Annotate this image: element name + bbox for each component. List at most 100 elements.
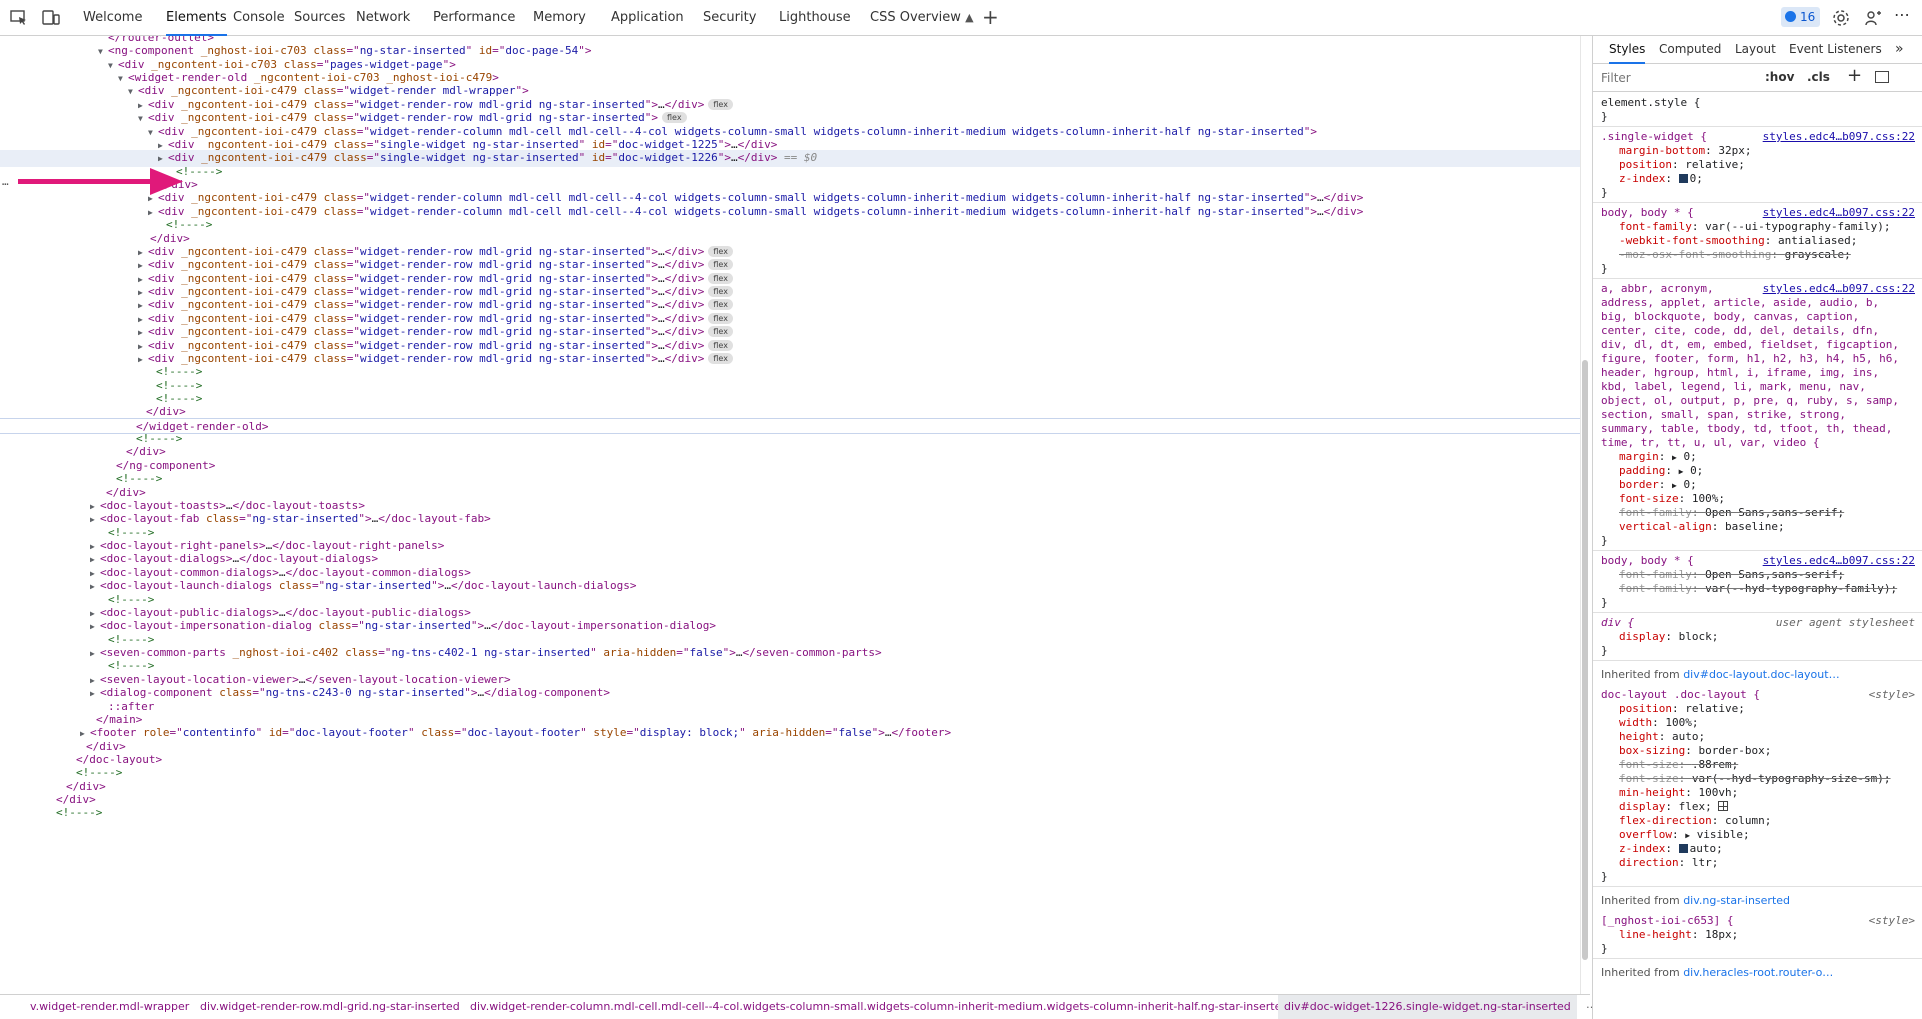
inherited-element-link[interactable]: div.ng-star-inserted: [1683, 894, 1790, 907]
tab-layout[interactable]: Layout: [1735, 36, 1776, 64]
css-property[interactable]: display: flex;: [1619, 800, 1919, 814]
gear-icon[interactable]: [1831, 8, 1851, 28]
tab-security[interactable]: Security: [703, 0, 756, 36]
css-property[interactable]: box-sizing: border-box;: [1619, 744, 1919, 758]
hov-button[interactable]: :hov: [1765, 70, 1794, 84]
tab-performance[interactable]: Performance: [433, 0, 515, 36]
css-property[interactable]: padding: ▶ 0;: [1619, 464, 1919, 478]
css-property[interactable]: position: relative;: [1619, 702, 1919, 716]
breadcrumb-item[interactable]: v.widget-render.mdl-wrapper: [30, 995, 189, 1019]
tab-sources[interactable]: Sources: [294, 0, 345, 36]
css-property[interactable]: width: 100%;: [1619, 716, 1919, 730]
flex-badge[interactable]: flex: [708, 259, 733, 271]
tab-welcome[interactable]: Welcome: [83, 0, 142, 36]
selector-text[interactable]: a, abbr, acronym,: [1601, 282, 1714, 295]
css-property[interactable]: vertical-align: baseline;: [1619, 520, 1919, 534]
breadcrumb-item[interactable]: div.widget-render-row.mdl-grid.ng-star-i…: [200, 995, 460, 1019]
tab-css-overview[interactable]: CSS Overview ▲: [870, 0, 974, 36]
selector-text[interactable]: header, hgroup, html, i, iframe, img, in…: [1601, 366, 1879, 379]
breadcrumb-item-active[interactable]: div#doc-widget-1226.single-widget.ng-sta…: [1278, 995, 1577, 1019]
tab-network[interactable]: Network: [356, 0, 410, 36]
tab-console[interactable]: Console: [233, 0, 285, 36]
flex-badge[interactable]: flex: [708, 286, 733, 298]
css-property[interactable]: font-size: var(--hyd-typography-size-sm)…: [1619, 772, 1919, 786]
css-property[interactable]: font-family: var(--ui-typography-family)…: [1619, 220, 1919, 234]
flex-badge[interactable]: flex: [708, 352, 733, 364]
css-property[interactable]: position: relative;: [1619, 158, 1919, 172]
selector-text[interactable]: figure, footer, form, h1, h2, h3, h4, h5…: [1601, 352, 1899, 365]
selector-text[interactable]: section, small, span, strike, strong,: [1601, 408, 1846, 421]
selector-text[interactable]: doc-layout .doc-layout {: [1601, 688, 1760, 701]
toggle-sidebar-icon[interactable]: [1875, 71, 1889, 83]
breadcrumb-item[interactable]: div.widget-render-column.mdl-cell.mdl-ce…: [470, 995, 1288, 1019]
selector-text[interactable]: .single-widget {: [1601, 130, 1707, 143]
css-property[interactable]: -moz-osx-font-smoothing: grayscale;: [1619, 248, 1919, 262]
style-source-link[interactable]: styles.edc4…b097.css:22: [1763, 282, 1915, 296]
inherited-element-link[interactable]: div#doc-layout.doc-layout…: [1683, 668, 1839, 681]
selector-text[interactable]: div {: [1601, 616, 1634, 629]
style-source-link[interactable]: styles.edc4…b097.css:22: [1763, 554, 1915, 568]
dom-node[interactable]: <!---->: [0, 805, 1580, 821]
css-property[interactable]: overflow: ▶ visible;: [1619, 828, 1919, 842]
flexbox-editor-icon[interactable]: [1718, 801, 1729, 811]
selector-text[interactable]: center, cite, code, dd, del, details, df…: [1601, 324, 1879, 337]
css-property[interactable]: flex-direction: column;: [1619, 814, 1919, 828]
tab-application[interactable]: Application: [611, 0, 684, 36]
selector-text[interactable]: kbd, label, legend, li, mark, menu, nav,: [1601, 380, 1866, 393]
flex-badge[interactable]: flex: [708, 98, 733, 110]
css-property[interactable]: display: block;: [1619, 630, 1919, 644]
selector-text[interactable]: body, body * {: [1601, 206, 1694, 219]
selector-text[interactable]: [_nghost-ioi-c653] {: [1601, 914, 1733, 927]
flex-badge[interactable]: flex: [708, 272, 733, 284]
selector-text[interactable]: body, body * {: [1601, 554, 1694, 567]
new-style-rule-plus-icon[interactable]: +: [1847, 65, 1862, 86]
chevron-double-right-icon[interactable]: »: [1895, 36, 1904, 64]
css-property[interactable]: font-family: var(--hyd-typography-family…: [1619, 582, 1919, 596]
cls-button[interactable]: .cls: [1807, 70, 1830, 84]
flex-badge[interactable]: flex: [708, 299, 733, 311]
css-property[interactable]: z-index: 0;: [1619, 172, 1919, 186]
tab-memory[interactable]: Memory: [533, 0, 586, 36]
style-source-link[interactable]: styles.edc4…b097.css:22: [1763, 130, 1915, 144]
style-source-link[interactable]: styles.edc4…b097.css:22: [1763, 206, 1915, 220]
css-property[interactable]: height: auto;: [1619, 730, 1919, 744]
css-property[interactable]: font-family: Open Sans,sans-serif;: [1619, 506, 1919, 520]
css-property[interactable]: margin-bottom: 32px;: [1619, 144, 1919, 158]
selector-text[interactable]: div, dl, dt, em, embed, fieldset, figcap…: [1601, 338, 1899, 351]
inspect-element-icon[interactable]: [9, 8, 29, 28]
feedback-icon[interactable]: [1863, 8, 1883, 28]
css-property[interactable]: min-height: 100vh;: [1619, 786, 1919, 800]
selector-text[interactable]: object, ol, output, p, pre, q, ruby, s, …: [1601, 394, 1899, 407]
css-property[interactable]: font-size: .88rem;: [1619, 758, 1919, 772]
flex-badge[interactable]: flex: [708, 326, 733, 338]
add-tab-plus-icon[interactable]: +: [982, 0, 999, 36]
selector-text[interactable]: time, tr, tt, u, ul, var, video {: [1601, 436, 1820, 449]
css-property[interactable]: -webkit-font-smoothing: antialiased;: [1619, 234, 1919, 248]
more-options-icon[interactable]: ⋯: [1894, 0, 1911, 36]
css-property[interactable]: line-height: 18px;: [1619, 928, 1919, 942]
tab-computed[interactable]: Computed: [1659, 36, 1721, 64]
flex-badge[interactable]: flex: [662, 112, 687, 124]
selector-text[interactable]: address, applet, article, aside, audio, …: [1601, 296, 1879, 309]
css-property[interactable]: border: ▶ 0;: [1619, 478, 1919, 492]
css-property[interactable]: margin: ▶ 0;: [1619, 450, 1919, 464]
css-property[interactable]: direction: ltr;: [1619, 856, 1919, 870]
tab-elements[interactable]: Elements: [166, 0, 227, 36]
css-property[interactable]: font-family: Open Sans,sans-serif;: [1619, 568, 1919, 582]
issues-badge[interactable]: 16: [1781, 7, 1820, 27]
css-property[interactable]: font-size: 100%;: [1619, 492, 1919, 506]
flex-badge[interactable]: flex: [708, 245, 733, 257]
device-toolbar-icon[interactable]: [41, 8, 61, 28]
css-property[interactable]: z-index: auto;: [1619, 842, 1919, 856]
selector-text[interactable]: big, blockquote, body, canvas, caption,: [1601, 310, 1859, 323]
selector-text[interactable]: summary, table, tbody, td, tfoot, th, th…: [1601, 422, 1892, 435]
flex-badge[interactable]: flex: [708, 312, 733, 324]
tab-lighthouse[interactable]: Lighthouse: [779, 0, 851, 36]
tab-styles[interactable]: Styles: [1609, 36, 1646, 64]
styles-filter-input[interactable]: [1599, 69, 1739, 87]
elements-dom-tree[interactable]: </router-outlet> ▼ <ng-component _nghost-i…: [0, 36, 1580, 994]
tab-event-listeners[interactable]: Event Listeners: [1789, 36, 1882, 64]
elements-scrollbar[interactable]: [1582, 360, 1588, 960]
flex-badge[interactable]: flex: [708, 339, 733, 351]
inherited-element-link[interactable]: div.heracles-root.router-o…: [1683, 966, 1833, 979]
